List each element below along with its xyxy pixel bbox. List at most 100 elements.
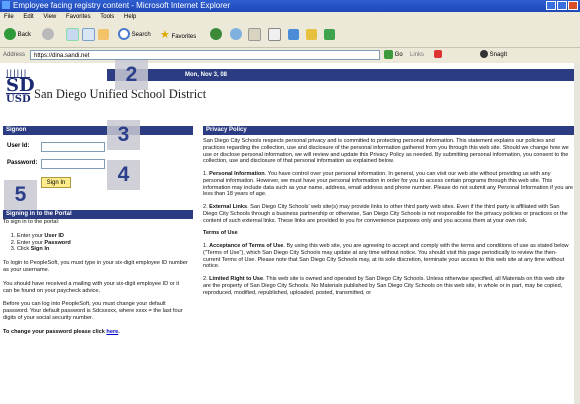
search-label: Search xyxy=(131,32,151,38)
media-button[interactable] xyxy=(210,28,222,42)
section-heading: Acceptance of Terms of Use xyxy=(209,243,284,249)
go-label: Go xyxy=(394,52,403,58)
step-text: Click xyxy=(17,246,31,253)
go-arrow-icon xyxy=(384,49,393,59)
messenger-icon xyxy=(324,28,335,40)
forward-button[interactable] xyxy=(42,28,54,42)
step-text: Enter your xyxy=(17,239,45,246)
mail-icon xyxy=(248,28,261,41)
back-label: Back xyxy=(17,32,32,38)
sdusd-logo: |||||| SD USD xyxy=(6,68,35,105)
user-id-input[interactable] xyxy=(41,142,105,152)
privacy-policy-text: San Diego City Schools respects personal… xyxy=(203,138,573,302)
callout-3: 3 xyxy=(107,120,140,150)
discuss-icon xyxy=(306,28,317,40)
messenger-button[interactable] xyxy=(324,28,335,42)
address-bar: Address https://dina.sandi.net Go Links … xyxy=(0,48,580,63)
logo-mid: SD xyxy=(6,75,35,96)
forward-arrow-icon xyxy=(42,28,54,41)
portal-para-3: Before you can log into PeopleSoft, you … xyxy=(3,301,183,321)
sign-in-button[interactable]: Sign In xyxy=(41,177,71,188)
address-input[interactable]: https://dina.sandi.net xyxy=(30,50,380,60)
toolbar-extra-button[interactable] xyxy=(434,48,442,63)
star-icon: ★ xyxy=(160,29,170,41)
history-button[interactable] xyxy=(230,28,242,42)
home-button[interactable] xyxy=(98,28,109,42)
date-strip: Mon, Nov 3, 08 xyxy=(107,69,580,81)
maximize-button[interactable] xyxy=(557,1,567,10)
logo-bot: USD xyxy=(6,93,31,105)
links-button[interactable]: Links xyxy=(410,48,424,63)
back-button[interactable]: Back xyxy=(4,28,31,42)
terms-section-1: 1. Acceptance of Terms of Use. By using … xyxy=(203,243,569,270)
privacy-section-1: 1. Personal Information. You have contro… xyxy=(203,171,573,198)
step-bold: User ID xyxy=(44,232,64,239)
print-icon xyxy=(268,28,281,41)
menu-bar: File Edit View Favorites Tools Help xyxy=(0,12,580,23)
go-button[interactable]: Go xyxy=(384,48,403,63)
print-button[interactable] xyxy=(268,28,281,42)
section-heading: Personal Information xyxy=(209,171,265,177)
privacy-header: Privacy Policy xyxy=(203,126,574,135)
step-bold: Sign In xyxy=(30,246,50,253)
portal-para-1: To login to PeopleSoft, you must type in… xyxy=(3,260,188,273)
edit-icon xyxy=(288,28,299,40)
search-button[interactable]: Search xyxy=(118,28,151,42)
snagit-button[interactable]: SnagIt xyxy=(480,48,507,63)
favorites-button[interactable]: ★ Favorites xyxy=(160,28,196,42)
portal-steps: Enter your User ID Enter your Password C… xyxy=(3,233,189,253)
search-icon xyxy=(118,28,130,41)
menu-help[interactable]: Help xyxy=(124,14,136,20)
address-label: Address xyxy=(3,52,26,58)
step-item: Enter your User ID xyxy=(17,233,189,240)
ie-icon xyxy=(2,1,10,9)
stop-button[interactable] xyxy=(66,28,79,42)
menu-tools[interactable]: Tools xyxy=(100,14,114,20)
change-password-line: To change your password please click her… xyxy=(3,328,120,335)
addon-icon xyxy=(434,50,442,59)
minimize-button[interactable] xyxy=(546,1,556,10)
discuss-button[interactable] xyxy=(306,28,317,42)
site-banner: Mon, Nov 3, 08 |||||| SD USD San Diego U… xyxy=(0,63,580,122)
step-item: Enter your Password xyxy=(17,240,189,247)
page-scrollbar[interactable] xyxy=(574,63,580,404)
step-item: Click Sign In xyxy=(17,246,189,253)
signon-panel: User Id: Password: xyxy=(3,127,193,175)
privacy-section-2: 2. External Links. San Diego City School… xyxy=(203,204,568,224)
close-button[interactable] xyxy=(568,1,578,10)
password-label: Password: xyxy=(7,160,38,166)
edit-button[interactable] xyxy=(288,28,299,42)
history-icon xyxy=(230,28,242,41)
terms-section-2: 2. Limited Right to Use. This web site i… xyxy=(203,276,565,296)
portal-para-2: You should have received a mailing with … xyxy=(3,280,180,294)
menu-edit[interactable]: Edit xyxy=(23,14,33,20)
section-text: . San Diego City Schools' web site(s) ma… xyxy=(203,204,568,224)
favorites-label: Favorites xyxy=(171,34,197,40)
back-arrow-icon xyxy=(4,28,16,41)
callout-5: 5 xyxy=(4,180,37,210)
change-password-link[interactable]: here xyxy=(106,329,118,335)
password-input[interactable] xyxy=(41,159,105,169)
refresh-button[interactable] xyxy=(82,28,95,42)
window-titlebar: Employee facing registry content - Micro… xyxy=(0,0,580,12)
menu-file[interactable]: File xyxy=(4,14,14,20)
window-title: Employee facing registry content - Micro… xyxy=(13,1,230,10)
browser-toolbar: Back Search ★ Favorites xyxy=(0,23,580,48)
stop-icon xyxy=(66,28,79,41)
privacy-intro: San Diego City Schools respects personal… xyxy=(203,138,569,165)
terms-title: Terms of Use xyxy=(203,230,238,237)
menu-view[interactable]: View xyxy=(43,14,56,20)
portal-instructions: To sign in to the portal: Enter your Use… xyxy=(3,219,189,343)
mail-button[interactable] xyxy=(248,28,261,42)
user-id-label: User Id: xyxy=(7,143,30,149)
refresh-icon xyxy=(82,28,95,41)
portal-intro: To sign in to the portal: xyxy=(3,219,60,225)
step-bold: Password xyxy=(44,239,71,246)
callout-2: 2 xyxy=(115,60,148,90)
step-text: Enter your xyxy=(17,232,45,239)
date-text: Mon, Nov 3, 08 xyxy=(185,72,228,78)
section-heading: External Links xyxy=(209,204,248,210)
menu-favorites[interactable]: Favorites xyxy=(66,14,91,20)
home-icon xyxy=(98,28,109,40)
media-icon xyxy=(210,28,222,41)
